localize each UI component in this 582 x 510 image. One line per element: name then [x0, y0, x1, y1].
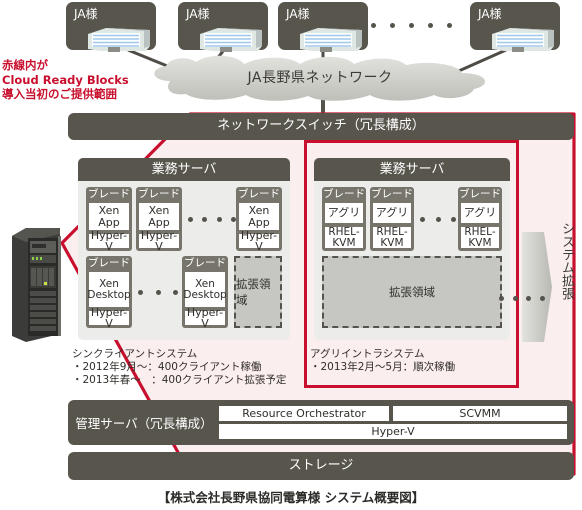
right-group-title: 業務サーバ	[314, 158, 510, 181]
blade-header: ブレード	[238, 188, 280, 200]
red-note-line2: Cloud Ready Blocks	[2, 72, 129, 87]
blade-hypervisor-cell: RHEL-KVM	[372, 226, 412, 249]
left-caption-line1: ・2012年9月～：400クライアント稼働	[72, 361, 262, 373]
blade-unit[interactable]: ブレード アグリ RHEL-KVM	[458, 187, 502, 251]
red-note-line3: 導入当初のご提供範囲	[2, 87, 117, 101]
blade-unit[interactable]: ブレード Xen Desktop Hyper-V	[182, 256, 228, 329]
management-server-block[interactable]: 管理サーバ（冗長構成） Resource Orchestrator SCVMM …	[68, 400, 574, 445]
left-caption-line2: ・2013年春～ ：400クライアント拡張予定	[72, 374, 287, 386]
right-caption-title: アグリイントラシステム	[310, 348, 425, 360]
blade-unit[interactable]: ブレード アグリ RHEL-KVM	[322, 187, 366, 251]
management-server-label: 管理サーバ（冗長構成）	[75, 416, 213, 431]
network-switch-bar[interactable]: ネットワークスイッチ（冗長構成）	[68, 113, 574, 140]
figure-caption: 【株式会社長野県協同電算様 システム概要図】	[157, 490, 425, 505]
building-icon	[88, 28, 150, 52]
management-cell-resource-orchestrator: Resource Orchestrator	[218, 405, 390, 422]
blade-header: ブレード	[459, 188, 501, 200]
red-note-line1: 赤線内が	[2, 58, 48, 72]
system-expansion-arrow	[522, 232, 552, 342]
system-expansion-label: システム拡張	[559, 222, 574, 300]
right-row1-ellipsis	[420, 215, 456, 223]
blade-app-cell: Xen App	[138, 202, 180, 231]
blade-hypervisor-cell: Hyper-V	[184, 307, 226, 329]
ja-nodes-ellipsis	[352, 20, 452, 30]
blade-app-cell: アグリ	[372, 202, 412, 224]
storage-bar[interactable]: ストレージ	[68, 452, 574, 480]
system-expansion-ellipsis	[499, 294, 545, 302]
storage-label: ストレージ	[288, 458, 354, 473]
server-tower-icon	[12, 228, 61, 342]
ja-node[interactable]: JA様	[470, 2, 560, 52]
blade-app-cell: Xen Desktop	[183, 271, 227, 308]
management-cell-scvmm: SCVMM	[392, 405, 568, 422]
blade-unit[interactable]: ブレード Xen App Hyper-V	[236, 187, 282, 252]
blade-unit[interactable]: ブレード Xen Desktop Hyper-V	[86, 256, 132, 329]
blade-app-cell: アグリ	[460, 202, 500, 224]
blade-unit[interactable]: ブレード Xen App Hyper-V	[86, 187, 132, 252]
building-icon	[200, 28, 262, 52]
blade-app-cell: Xen Desktop	[87, 271, 131, 308]
right-business-server-group: 業務サーバ ブレード アグリ RHEL-KVM ブレード アグリ RHEL-KV…	[314, 158, 510, 340]
right-caption-line1: ・2013年2月～5月：順次稼働	[310, 361, 456, 373]
blade-hypervisor-cell: RHEL-KVM	[324, 226, 364, 249]
management-cell-hypervisor: Hyper-V	[218, 423, 568, 440]
cloud-label: JA長野県ネットワーク	[247, 70, 393, 86]
ja-node[interactable]: JA様	[66, 2, 156, 52]
right-expansion-label: 拡張領域	[389, 285, 435, 299]
blade-header: ブレード	[88, 188, 130, 200]
right-expansion-area: 拡張領域	[322, 256, 502, 328]
blade-app-cell: アグリ	[324, 202, 364, 224]
building-icon	[492, 28, 554, 52]
right-system-caption: アグリイントラシステム ・2013年2月～5月：順次稼働	[310, 348, 455, 374]
left-caption-title: シンクライアントシステム	[72, 348, 198, 360]
blade-header: ブレード	[184, 257, 226, 269]
diagram-stage: JA様 JA様 JA様 JA様 JA長野県ネットワーク 赤線内が Cloud R…	[0, 0, 582, 510]
left-group-title: 業務サーバ	[78, 158, 290, 181]
blade-unit[interactable]: ブレード Xen App Hyper-V	[136, 187, 182, 252]
left-expansion-area: 拡張領域	[234, 256, 282, 328]
left-system-caption: シンクライアントシステム ・2012年9月～：400クライアント稼働 ・2013…	[72, 348, 286, 387]
blade-hypervisor-cell: Hyper-V	[138, 230, 180, 252]
blade-header: ブレード	[138, 188, 180, 200]
left-row2-ellipsis	[138, 288, 178, 296]
blade-hypervisor-cell: Hyper-V	[238, 230, 280, 252]
network-cloud: JA長野県ネットワーク	[140, 55, 500, 103]
left-expansion-label: 拡張領域	[236, 277, 271, 307]
left-business-server-group: 業務サーバ ブレード Xen App Hyper-V ブレード Xen App …	[78, 158, 290, 340]
blade-hypervisor-cell: Hyper-V	[88, 307, 130, 329]
blade-app-cell: Xen App	[88, 202, 130, 231]
blade-header: ブレード	[323, 188, 365, 200]
blade-header: ブレード	[88, 257, 130, 269]
blade-header: ブレード	[371, 188, 413, 200]
red-annotation-note: 赤線内が Cloud Ready Blocks 導入当初のご提供範囲	[2, 58, 137, 102]
network-switch-label: ネットワークスイッチ（冗長構成）	[217, 118, 425, 133]
blade-unit[interactable]: ブレード アグリ RHEL-KVM	[370, 187, 414, 251]
ja-node[interactable]: JA様	[178, 2, 268, 52]
blade-app-cell: Xen App	[238, 202, 280, 231]
blade-hypervisor-cell: Hyper-V	[88, 230, 130, 252]
blade-hypervisor-cell: RHEL-KVM	[460, 226, 500, 249]
